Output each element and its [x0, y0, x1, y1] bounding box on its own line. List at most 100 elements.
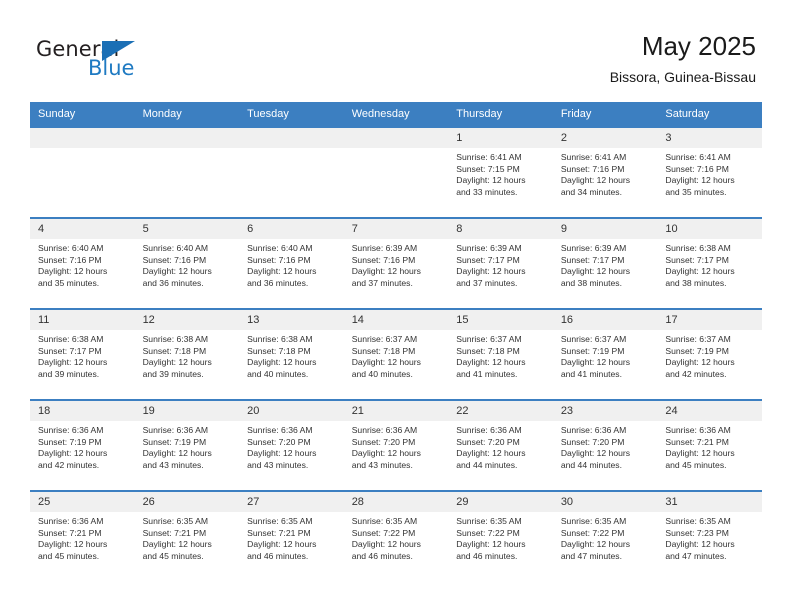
- day-details: Sunrise: 6:41 AM Sunset: 7:16 PM Daylight:…: [657, 148, 762, 198]
- day-details: Sunrise: 6:36 AM Sunset: 7:20 PM Daylight:…: [239, 421, 344, 471]
- sunrise-text: Sunrise: 6:35 AM: [456, 516, 522, 526]
- calendar-day-cell[interactable]: 14 Sunrise: 6:37 AM Sunset: 7:18 PM Dayligh…: [343, 308, 449, 400]
- sunrise-text: Sunrise: 6:38 AM: [142, 334, 209, 344]
- day-number: 5: [134, 219, 240, 239]
- sunrise-text: Sunrise: 6:38 AM: [38, 334, 104, 344]
- calendar-day-cell[interactable]: 12 Sunrise: 6:38 AM Sunset: 7:18 PM Dayligh…: [134, 308, 240, 400]
- day-details: Sunrise: 6:35 AM Sunset: 7:22 PM Daylight:…: [448, 512, 553, 562]
- calendar-day-cell[interactable]: 8 Sunrise: 6:39 AM Sunset: 7:17 PM Daylight…: [448, 217, 553, 309]
- sunrise-text: Sunrise: 6:40 AM: [247, 243, 313, 253]
- calendar-day-cell[interactable]: 22 Sunrise: 6:36 AM Sunset: 7:20 PM Dayligh…: [448, 399, 553, 491]
- day-number: 27: [239, 492, 344, 512]
- day-details: Sunrise: 6:41 AM Sunset: 7:16 PM Daylight:…: [553, 148, 658, 198]
- calendar-day-cell[interactable]: 13 Sunrise: 6:38 AM Sunset: 7:18 PM Dayligh…: [239, 308, 344, 400]
- daylight-text: Daylight: 12 hours: [38, 357, 108, 368]
- day-details: Sunrise: 6:40 AM Sunset: 7:16 PM Daylight:…: [30, 239, 135, 289]
- daylight-text: Daylight: 12 hours: [38, 266, 108, 277]
- logo-text-blue: Blue: [88, 56, 135, 80]
- sunset-text: Sunset: 7:18 PM: [351, 345, 416, 356]
- calendar-day-cell[interactable]: 20 Sunrise: 6:36 AM Sunset: 7:20 PM Dayligh…: [239, 399, 344, 491]
- calendar-day-cell[interactable]: 29 Sunrise: 6:35 AM Sunset: 7:22 PM Dayligh…: [448, 490, 553, 581]
- general-blue-logo[interactable]: General Blue: [36, 38, 156, 86]
- weekday-header-thursday: Thursday: [448, 102, 553, 127]
- calendar-day-cell[interactable]: 7 Sunrise: 6:39 AM Sunset: 7:16 PM Daylight…: [343, 217, 449, 309]
- calendar-day-cell[interactable]: 9 Sunrise: 6:39 AM Sunset: 7:17 PM Daylight…: [552, 217, 658, 309]
- daylight-text: and 35 minutes.: [38, 277, 100, 288]
- calendar-day-cell[interactable]: 10 Sunrise: 6:38 AM Sunset: 7:17 PM Dayligh…: [657, 217, 762, 309]
- day-details: Sunrise: 6:37 AM Sunset: 7:18 PM Daylight:…: [344, 330, 449, 380]
- daylight-text: Daylight: 12 hours: [665, 266, 735, 277]
- calendar-week-row: 1 Sunrise: 6:41 AM Sunset: 7:15 PM Daylight…: [30, 126, 762, 218]
- daylight-text: Daylight: 12 hours: [665, 539, 735, 550]
- sunset-text: Sunset: 7:18 PM: [456, 345, 520, 356]
- day-number: 16: [552, 310, 658, 330]
- calendar-day-cell[interactable]: 30 Sunrise: 6:35 AM Sunset: 7:22 PM Dayligh…: [552, 490, 658, 581]
- calendar-day-cell[interactable]: 21 Sunrise: 6:36 AM Sunset: 7:20 PM Dayligh…: [343, 399, 449, 491]
- day-number: 28: [343, 492, 449, 512]
- daylight-text: and 42 minutes.: [665, 368, 727, 379]
- daylight-text: and 37 minutes.: [456, 277, 518, 288]
- page-header: General Blue May 2025 Bissora, Guinea-Bi…: [0, 0, 792, 102]
- day-cell-inner: 24 Sunrise: 6:36 AM Sunset: 7:21 PM Dayligh…: [657, 401, 762, 490]
- daylight-text: Daylight: 12 hours: [142, 266, 212, 277]
- sunrise-text: Sunrise: 6:35 AM: [142, 516, 209, 526]
- calendar-day-cell[interactable]: 6 Sunrise: 6:40 AM Sunset: 7:16 PM Daylight…: [239, 217, 344, 309]
- day-number: 24: [657, 401, 762, 421]
- calendar-day-cell[interactable]: 11 Sunrise: 6:38 AM Sunset: 7:17 PM Dayligh…: [30, 308, 135, 400]
- sunset-text: Sunset: 7:16 PM: [560, 163, 625, 174]
- daylight-text: and 36 minutes.: [247, 277, 309, 288]
- calendar-day-cell[interactable]: 15 Sunrise: 6:37 AM Sunset: 7:18 PM Dayligh…: [448, 308, 553, 400]
- daylight-text: and 46 minutes.: [247, 550, 309, 561]
- calendar-day-cell[interactable]: 26 Sunrise: 6:35 AM Sunset: 7:21 PM Dayligh…: [134, 490, 240, 581]
- calendar-day-cell[interactable]: 31 Sunrise: 6:35 AM Sunset: 7:23 PM Dayligh…: [657, 490, 762, 581]
- day-number: [134, 128, 240, 148]
- calendar-page: General Blue May 2025 Bissora, Guinea-Bi…: [0, 0, 792, 612]
- calendar-day-cell[interactable]: 4 Sunrise: 6:40 AM Sunset: 7:16 PM Daylight…: [30, 217, 135, 309]
- day-details: Sunrise: 6:36 AM Sunset: 7:20 PM Daylight:…: [553, 421, 658, 471]
- day-details: Sunrise: 6:37 AM Sunset: 7:19 PM Daylight:…: [553, 330, 658, 380]
- calendar-day-cell[interactable]: 16 Sunrise: 6:37 AM Sunset: 7:19 PM Dayligh…: [552, 308, 658, 400]
- day-number: 22: [448, 401, 553, 421]
- day-cell-inner: 25 Sunrise: 6:36 AM Sunset: 7:21 PM Dayligh…: [30, 492, 135, 581]
- daylight-text: Daylight: 12 hours: [665, 175, 735, 186]
- daylight-text: Daylight: 12 hours: [456, 539, 526, 550]
- day-number: 2: [552, 128, 658, 148]
- day-number: 6: [239, 219, 344, 239]
- day-cell-inner: 19 Sunrise: 6:36 AM Sunset: 7:19 PM Dayligh…: [134, 401, 240, 490]
- calendar-day-cell[interactable]: 3 Sunrise: 6:41 AM Sunset: 7:16 PM Daylight…: [657, 126, 762, 218]
- sunset-text: Sunset: 7:20 PM: [247, 436, 311, 447]
- calendar-day-cell[interactable]: 1 Sunrise: 6:41 AM Sunset: 7:15 PM Daylight…: [448, 126, 553, 218]
- day-cell-inner: [239, 128, 344, 217]
- calendar-week-row: 25 Sunrise: 6:36 AM Sunset: 7:21 PM Dayligh…: [30, 490, 762, 581]
- calendar-day-cell[interactable]: 24 Sunrise: 6:36 AM Sunset: 7:21 PM Dayligh…: [657, 399, 762, 491]
- calendar-day-cell[interactable]: 28 Sunrise: 6:35 AM Sunset: 7:22 PM Dayligh…: [343, 490, 449, 581]
- calendar-day-cell-empty: [343, 126, 449, 218]
- day-number: 20: [239, 401, 344, 421]
- day-cell-inner: 27 Sunrise: 6:35 AM Sunset: 7:21 PM Dayligh…: [239, 492, 344, 581]
- calendar-day-cell[interactable]: 5 Sunrise: 6:40 AM Sunset: 7:16 PM Daylight…: [134, 217, 240, 309]
- day-cell-inner: [134, 128, 240, 217]
- day-cell-inner: [30, 128, 135, 217]
- calendar-day-cell[interactable]: 17 Sunrise: 6:37 AM Sunset: 7:19 PM Dayligh…: [657, 308, 762, 400]
- day-number: 10: [657, 219, 762, 239]
- calendar-day-cell[interactable]: 2 Sunrise: 6:41 AM Sunset: 7:16 PM Daylight…: [552, 126, 658, 218]
- day-details: Sunrise: 6:35 AM Sunset: 7:22 PM Daylight:…: [344, 512, 449, 562]
- daylight-text: Daylight: 12 hours: [665, 448, 735, 459]
- day-number: 15: [448, 310, 553, 330]
- daylight-text: and 38 minutes.: [665, 277, 727, 288]
- weekday-header-sunday: Sunday: [30, 102, 135, 127]
- calendar-day-cell[interactable]: 27 Sunrise: 6:35 AM Sunset: 7:21 PM Dayligh…: [239, 490, 344, 581]
- weekday-header-monday: Monday: [134, 102, 240, 127]
- sunset-text: Sunset: 7:17 PM: [560, 254, 625, 265]
- day-cell-inner: 31 Sunrise: 6:35 AM Sunset: 7:23 PM Dayligh…: [657, 492, 762, 581]
- day-details: Sunrise: 6:35 AM Sunset: 7:23 PM Daylight:…: [657, 512, 762, 562]
- calendar-day-cell[interactable]: 18 Sunrise: 6:36 AM Sunset: 7:19 PM Dayligh…: [30, 399, 135, 491]
- day-details: Sunrise: 6:39 AM Sunset: 7:17 PM Daylight:…: [448, 239, 553, 289]
- day-number: 30: [552, 492, 658, 512]
- calendar-day-cell[interactable]: 23 Sunrise: 6:36 AM Sunset: 7:20 PM Dayligh…: [552, 399, 658, 491]
- day-details: Sunrise: 6:40 AM Sunset: 7:16 PM Daylight:…: [239, 239, 344, 289]
- calendar-day-cell[interactable]: 25 Sunrise: 6:36 AM Sunset: 7:21 PM Dayligh…: [30, 490, 135, 581]
- day-cell-inner: 6 Sunrise: 6:40 AM Sunset: 7:16 PM Daylight…: [239, 219, 344, 308]
- daylight-text: and 46 minutes.: [456, 550, 518, 561]
- calendar-day-cell[interactable]: 19 Sunrise: 6:36 AM Sunset: 7:19 PM Dayligh…: [134, 399, 240, 491]
